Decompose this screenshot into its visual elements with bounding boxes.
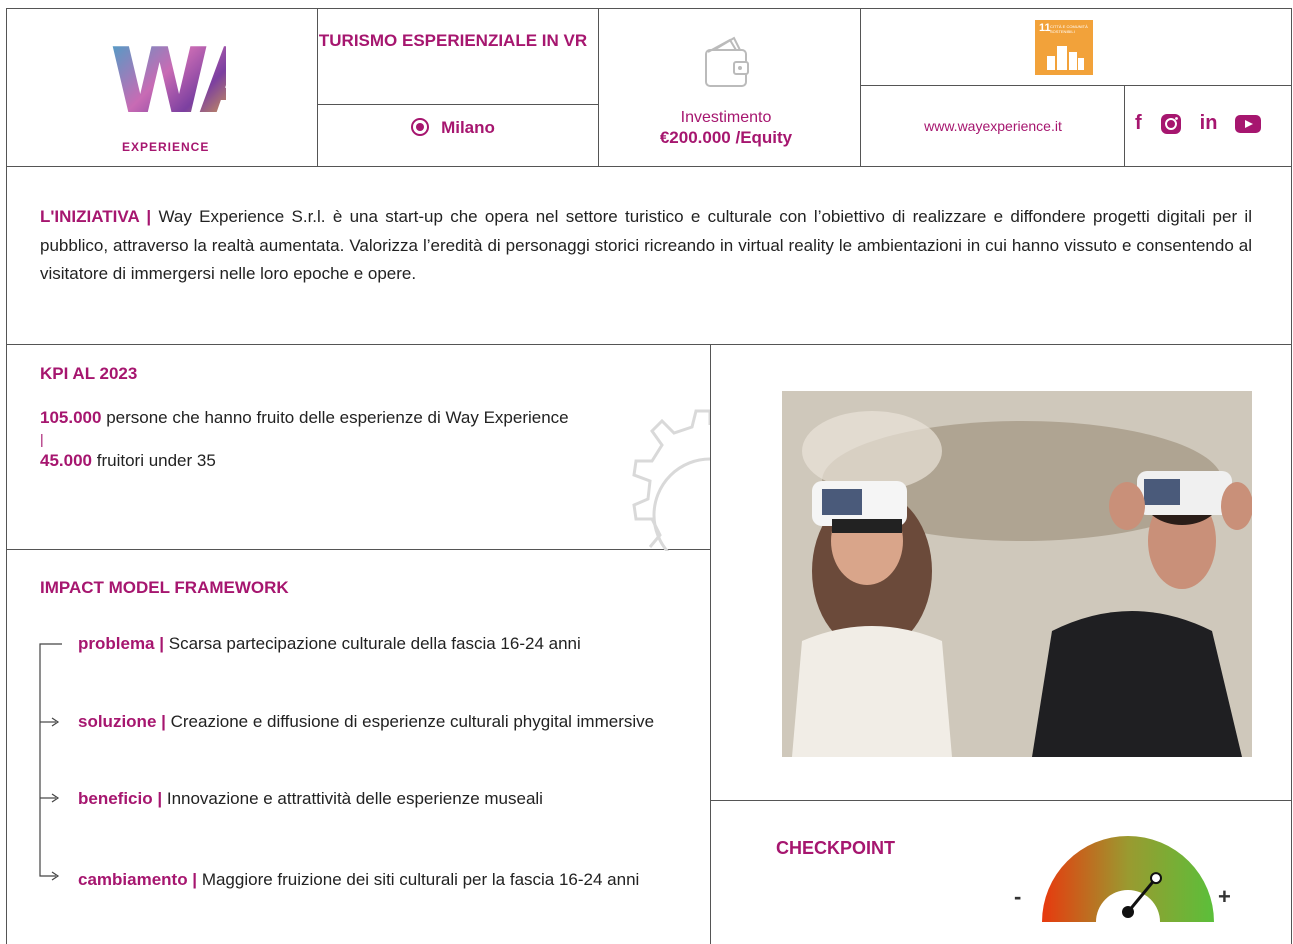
- divider: [710, 344, 711, 944]
- gauge-minus: -: [1014, 884, 1021, 909]
- youtube-icon[interactable]: [1235, 114, 1262, 134]
- sdg-11-badge: 11 CITTÀ E COMUNITÀ SOSTENIBILI: [1035, 20, 1093, 75]
- gauge-plus: +: [1218, 884, 1231, 909]
- kpi-separator: |: [40, 431, 44, 447]
- framework-label: cambiamento |: [78, 870, 198, 889]
- facebook-icon[interactable]: f: [1135, 112, 1142, 135]
- kpi-list: 105.000 persone che hanno fruito delle e…: [40, 405, 600, 473]
- logo: WAY EXPERIENCE: [6, 8, 319, 166]
- kpi-title: KPI AL 2023: [40, 364, 138, 383]
- framework-text: Creazione e diffusione di esperienze cul…: [170, 712, 655, 731]
- divider: [6, 166, 1292, 167]
- checkpoint-title: CHECKPOINT: [776, 838, 896, 858]
- divider: [860, 85, 1292, 86]
- initiative-text: Way Experience S.r.l. è una start-up che…: [40, 207, 1252, 283]
- framework-item-cambiamento: cambiamento | Maggiore fruizione dei sit…: [78, 868, 678, 892]
- city-label: Milano: [441, 118, 495, 137]
- divider: [710, 800, 1292, 801]
- kpi-value: 105.000: [40, 408, 102, 427]
- divider: [317, 104, 598, 105]
- social-links: f in: [1135, 112, 1262, 135]
- location-pin-icon: [411, 118, 430, 136]
- sdg-number: 11: [1039, 22, 1051, 34]
- divider: [6, 344, 1292, 345]
- linkedin-icon[interactable]: in: [1200, 112, 1218, 135]
- framework-text: Innovazione e attrattività delle esperie…: [166, 789, 543, 808]
- impact-model-title: IMPACT MODEL FRAMEWORK: [40, 578, 289, 597]
- investment-value: €200.000 /Equity: [659, 128, 793, 147]
- logo-subtitle: EXPERIENCE: [122, 140, 210, 154]
- framework-text: Scarsa partecipazione culturale della fa…: [168, 634, 581, 653]
- divider: [1124, 85, 1125, 166]
- gear-icon: [632, 409, 710, 551]
- vr-photo: [782, 391, 1252, 757]
- framework-connector: [39, 643, 62, 881]
- checkpoint-gauge: - +: [1014, 836, 1231, 922]
- city-icon: [1047, 46, 1084, 70]
- instagram-icon[interactable]: [1160, 113, 1182, 135]
- page-title: TURISMO ESPERIENZIALE IN VR: [318, 31, 588, 50]
- gauge-needle-tip: [1150, 872, 1162, 885]
- divider: [860, 8, 861, 166]
- initiative-label: L'INIZIATIVA |: [40, 207, 152, 226]
- initiative-paragraph: L'INIZIATIVA | Way Experience S.r.l. è u…: [40, 203, 1252, 289]
- kpi-text: fruitori under 35: [96, 451, 216, 470]
- gauge-pivot: [1122, 906, 1134, 918]
- framework-label: soluzione |: [78, 712, 166, 731]
- kpi-value: 45.000: [40, 451, 92, 470]
- logo-word: WAY: [110, 29, 319, 134]
- investment: Investimento €200.000 /Equity: [595, 108, 857, 148]
- framework-text: Maggiore fruizione dei siti culturali pe…: [201, 870, 640, 889]
- website-link[interactable]: www.wayexperience.it: [862, 118, 1124, 134]
- framework-item-problema: problema | Scarsa partecipazione cultura…: [78, 632, 698, 656]
- investment-label: Investimento: [680, 109, 772, 126]
- kpi-text: persone che hanno fruito delle esperienz…: [106, 408, 569, 427]
- framework-label: problema |: [78, 634, 164, 653]
- framework-label: beneficio |: [78, 789, 163, 808]
- framework-item-soluzione: soluzione | Creazione e diffusione di es…: [78, 710, 698, 734]
- kpi-item: 45.000 fruitori under 35: [40, 448, 600, 473]
- wallet-icon: [705, 36, 749, 87]
- kpi-item: 105.000 persone che hanno fruito delle e…: [40, 405, 585, 430]
- location: Milano: [312, 118, 594, 138]
- sdg-text: CITTÀ E COMUNITÀ SOSTENIBILI: [1050, 24, 1088, 34]
- framework-item-beneficio: beneficio | Innovazione e attrattività d…: [78, 787, 658, 811]
